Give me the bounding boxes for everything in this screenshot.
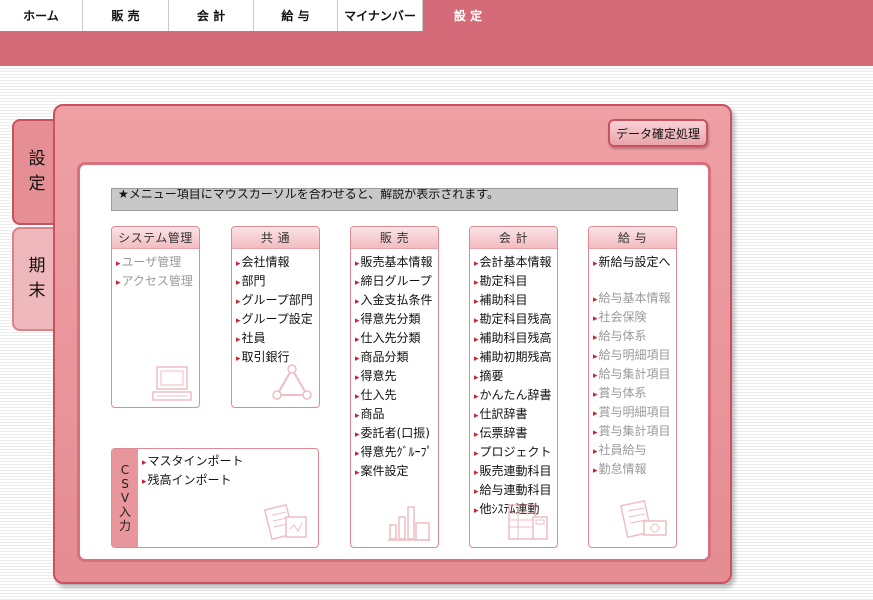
hint-bar: ★メニュー項目にマウスカーソルを合わせると、解説が表示されます。 — [111, 188, 678, 211]
computer-icon — [152, 366, 192, 401]
csv-label-char: 力 — [118, 519, 131, 533]
csv-label-char: 入 — [118, 505, 131, 519]
documents-icon — [264, 503, 307, 541]
csv-import-box: C S V 入 力 マスタインポート残高インポート — [111, 448, 319, 548]
menu-item[interactable]: 仕訳辞書 — [474, 406, 557, 425]
menu-item[interactable]: 得意先ｸﾞﾙｰﾌﾟ — [355, 444, 438, 463]
tab-home[interactable]: ホーム — [0, 0, 83, 31]
menu-list: 会計基本情報勘定科目補助科目勘定科目残高補助科目残高補助初期残高摘要かんたん辞書… — [470, 249, 557, 520]
menu-item[interactable]: 残高インポート — [142, 472, 244, 491]
menu-list: 会社情報部門グループ部門グループ設定社員取引銀行 — [232, 249, 319, 368]
side-tab-period-end-char: 期 — [28, 256, 46, 276]
side-tab-settings-char: 定 — [28, 174, 46, 194]
menu-item: 社員給与 — [593, 442, 676, 461]
menu-item[interactable]: 新給与設定へ — [593, 254, 676, 273]
menu-item[interactable]: 補助科目残高 — [474, 330, 557, 349]
payroll-icon — [620, 499, 667, 539]
menu-item: アクセス管理 — [116, 273, 199, 292]
menu-item[interactable]: プロジェクト — [474, 444, 557, 463]
menu-item[interactable]: 給与連動科目 — [474, 482, 557, 501]
menu-item[interactable]: 商品 — [355, 406, 438, 425]
menu-item[interactable]: 社員 — [236, 330, 319, 349]
menu-item[interactable]: グループ部門 — [236, 292, 319, 311]
menu-item: 給与明細項目 — [593, 347, 676, 366]
menu-item[interactable]: 入金支払条件 — [355, 292, 438, 311]
data-confirm-button[interactable]: データ確定処理 — [608, 119, 708, 147]
menu-item[interactable]: 得意先 — [355, 368, 438, 387]
menu-item[interactable]: 販売基本情報 — [355, 254, 438, 273]
menu-item[interactable]: 勘定科目残高 — [474, 311, 557, 330]
menu-item[interactable]: 勘定科目 — [474, 273, 557, 292]
menu-item[interactable]: 締日グループ — [355, 273, 438, 292]
sub-bar — [0, 31, 873, 66]
menu-item: 給与集計項目 — [593, 366, 676, 385]
csv-label-char: V — [120, 491, 130, 505]
category-accounting: 会 計 会計基本情報勘定科目補助科目勘定科目残高補助科目残高補助初期残高摘要かん… — [469, 226, 558, 548]
category-title: 給 与 — [589, 227, 676, 249]
network-icon — [272, 364, 312, 400]
menu-item[interactable]: マスタインポート — [142, 453, 244, 472]
menu-item[interactable]: 補助初期残高 — [474, 349, 557, 368]
menu-item: 勤怠情報 — [593, 461, 676, 480]
menu-item[interactable]: 案件設定 — [355, 463, 438, 482]
tab-accounting[interactable]: 会 計 — [169, 0, 254, 31]
category-title: 販 売 — [351, 227, 438, 249]
menu-item[interactable]: 商品分類 — [355, 349, 438, 368]
csv-label-char: C — [120, 463, 130, 477]
top-nav: ホーム 販 売 会 計 給 与 マイナンバー 設 定 — [0, 0, 873, 31]
menu-list: 販売基本情報締日グループ入金支払条件得意先分類仕入先分類商品分類得意先仕入先商品… — [351, 249, 438, 482]
menu-item: 給与基本情報 — [593, 290, 676, 309]
menu-item: 社会保険 — [593, 309, 676, 328]
menu-item[interactable]: 販売連動科目 — [474, 463, 557, 482]
menu-item: ユーザ管理 — [116, 254, 199, 273]
menu-item: 給与体系 — [593, 328, 676, 347]
csv-label: C S V 入 力 — [112, 449, 138, 547]
menu-item: 賞与体系 — [593, 385, 676, 404]
menu-item[interactable]: 補助科目 — [474, 292, 557, 311]
category-title: 共 通 — [232, 227, 319, 249]
menu-list: 新給与設定へ給与基本情報社会保険給与体系給与明細項目給与集計項目賞与体系賞与明細… — [589, 249, 676, 480]
side-tab-settings-char: 設 — [28, 149, 46, 169]
category-common: 共 通 会社情報部門グループ部門グループ設定社員取引銀行 — [231, 226, 320, 408]
menu-list: ユーザ管理アクセス管理 — [112, 249, 199, 292]
menu-item[interactable]: 得意先分類 — [355, 311, 438, 330]
menu-item: 賞与集計項目 — [593, 423, 676, 442]
tab-settings[interactable]: 設 定 — [423, 0, 513, 31]
category-title: 会 計 — [470, 227, 557, 249]
menu-item[interactable]: グループ設定 — [236, 311, 319, 330]
menu-item[interactable]: 会社情報 — [236, 254, 319, 273]
tab-mynumber[interactable]: マイナンバー — [338, 0, 423, 31]
menu-list: マスタインポート残高インポート — [138, 449, 244, 491]
menu-item[interactable]: かんたん辞書 — [474, 387, 557, 406]
menu-item[interactable]: 会計基本情報 — [474, 254, 557, 273]
category-title: システム管理 — [112, 227, 199, 249]
ledger-icon — [508, 504, 548, 540]
menu-item[interactable]: 摘要 — [474, 368, 557, 387]
menu-item: 賞与明細項目 — [593, 404, 676, 423]
menu-item[interactable]: 部門 — [236, 273, 319, 292]
category-payroll: 給 与 新給与設定へ給与基本情報社会保険給与体系給与明細項目給与集計項目賞与体系… — [588, 226, 677, 548]
csv-label-char: S — [121, 477, 129, 491]
category-sales: 販 売 販売基本情報締日グループ入金支払条件得意先分類仕入先分類商品分類得意先仕… — [350, 226, 439, 548]
menu-item[interactable]: 仕入先分類 — [355, 330, 438, 349]
side-tab-period-end-char: 末 — [28, 281, 46, 301]
menu-item[interactable]: 委託者(口振) — [355, 425, 438, 444]
category-system: システム管理 ユーザ管理アクセス管理 — [111, 226, 200, 408]
bar-chart-icon — [388, 506, 430, 541]
menu-item[interactable]: 仕入先 — [355, 387, 438, 406]
tab-sales[interactable]: 販 売 — [83, 0, 169, 31]
tab-payroll[interactable]: 給 与 — [254, 0, 338, 31]
menu-item[interactable]: 伝票辞書 — [474, 425, 557, 444]
